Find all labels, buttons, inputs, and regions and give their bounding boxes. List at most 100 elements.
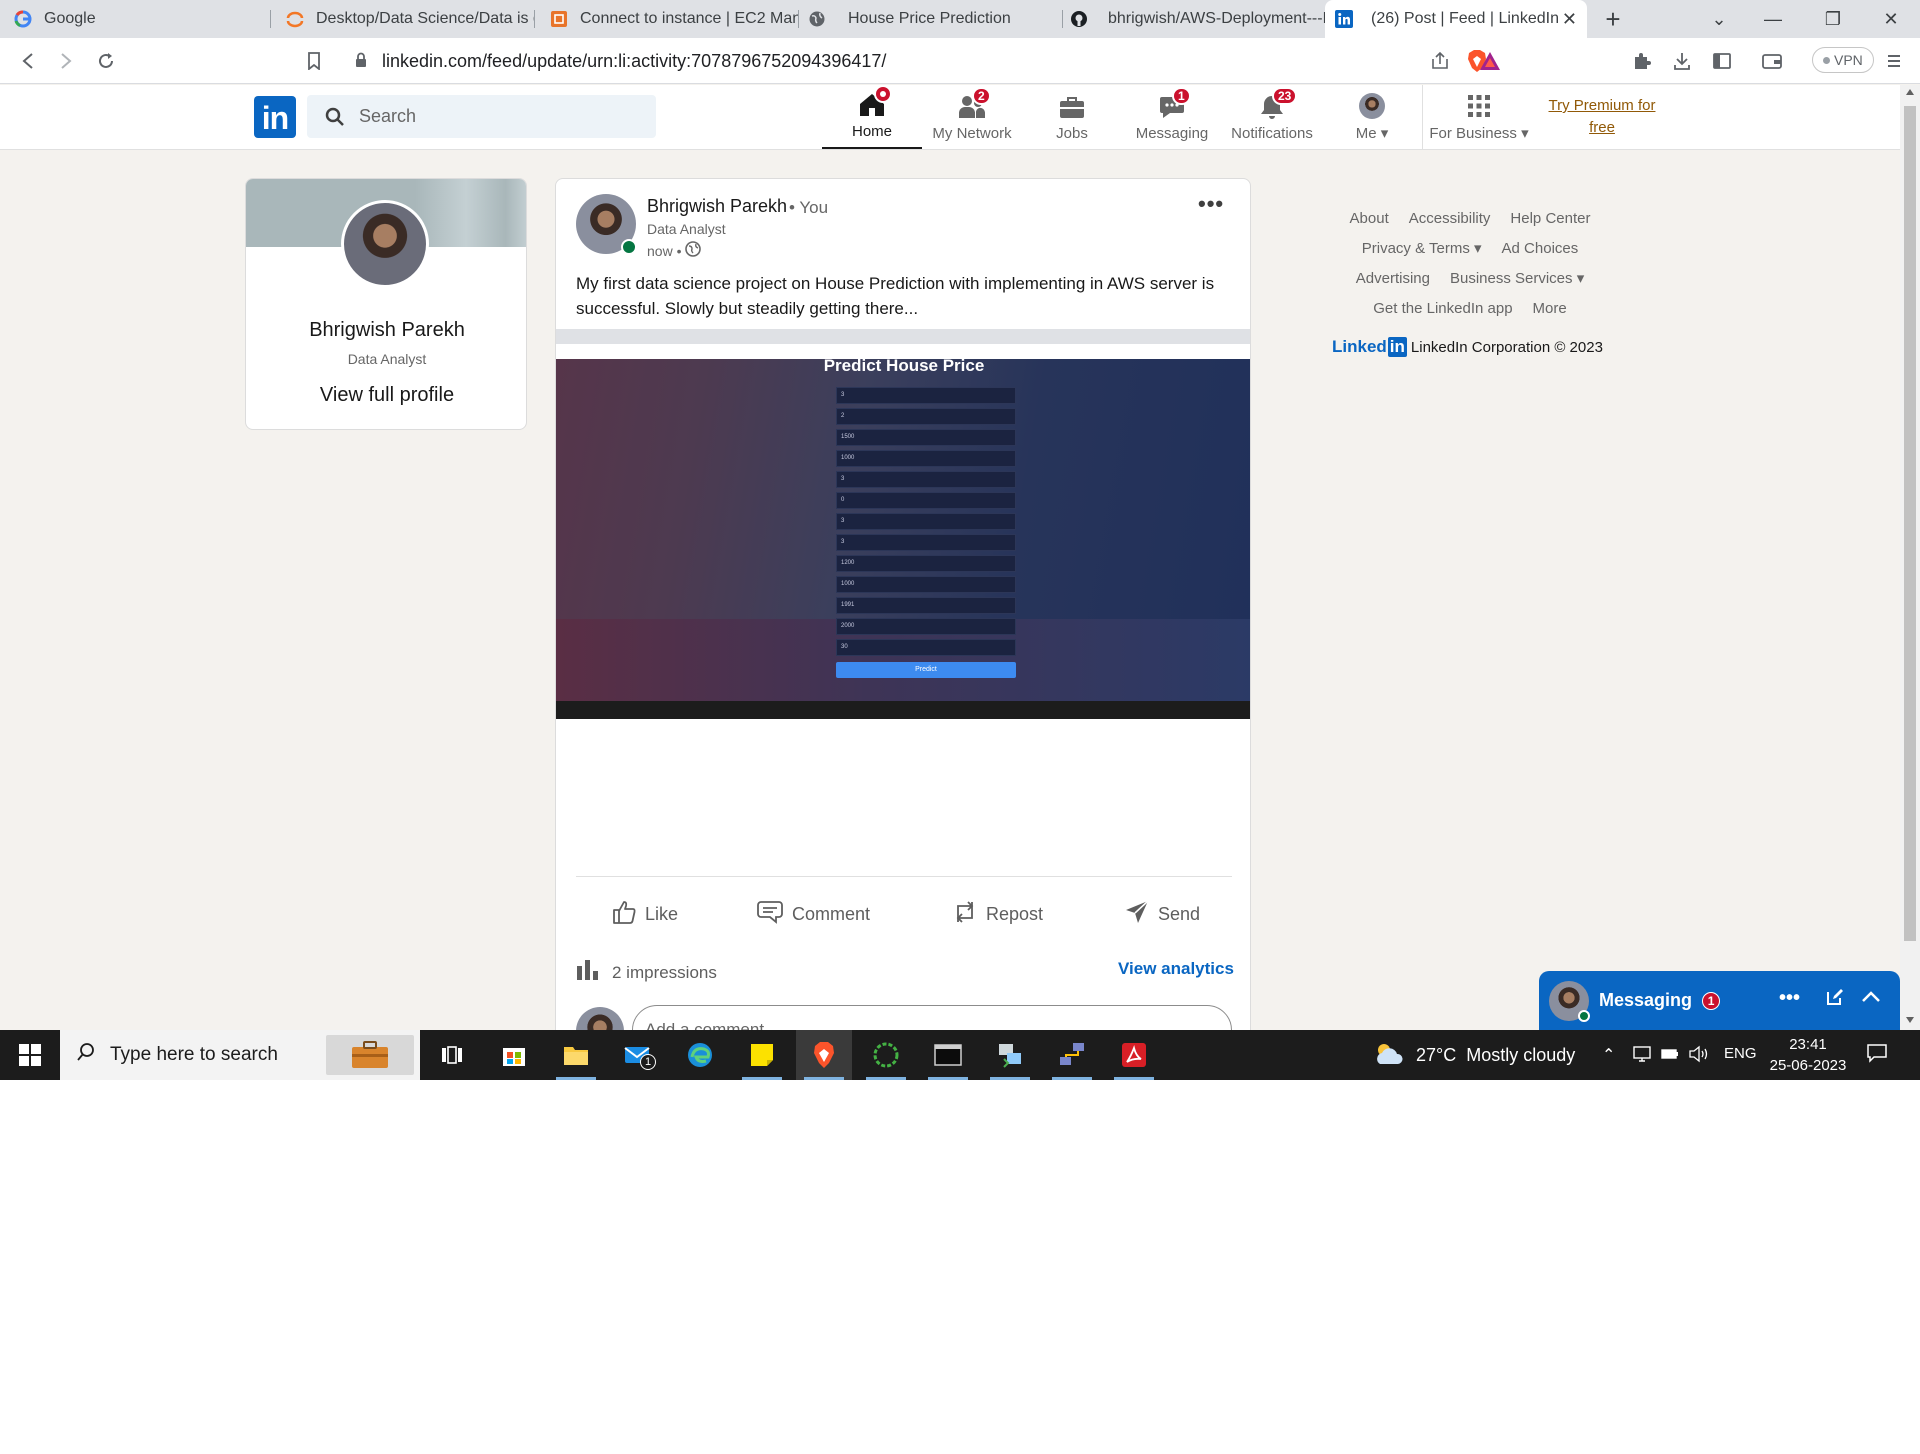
nav-notifications[interactable]: 23 Notifications bbox=[1222, 85, 1322, 149]
premium-line2: free bbox=[1589, 119, 1615, 136]
nav-jobs[interactable]: Jobs bbox=[1022, 85, 1122, 149]
close-window-button[interactable]: ✕ bbox=[1866, 0, 1916, 38]
footer-help-center-link[interactable]: Help Center bbox=[1510, 210, 1590, 227]
profile-avatar[interactable] bbox=[341, 200, 429, 288]
tab-jupyter[interactable]: Desktop/Data Science/Data is go bbox=[272, 0, 534, 38]
footer-advertising-link[interactable]: Advertising bbox=[1356, 270, 1430, 287]
nav-for-business[interactable]: For Business ▾ bbox=[1424, 85, 1534, 149]
network-tray-icon[interactable] bbox=[1632, 1045, 1652, 1068]
taskbar-search[interactable]: Type here to search bbox=[60, 1030, 420, 1080]
tab-search-chevron-icon[interactable]: ⌄ bbox=[1694, 0, 1744, 38]
repost-button[interactable]: Repost bbox=[952, 894, 1043, 934]
nav-home[interactable]: Home bbox=[822, 85, 922, 149]
vpn-button[interactable]: VPN bbox=[1812, 47, 1874, 73]
sidebar-icon[interactable] bbox=[1710, 49, 1734, 73]
author-name[interactable]: Bhrigwish Parekh bbox=[647, 196, 787, 217]
sticky-notes-icon[interactable] bbox=[734, 1030, 790, 1080]
tab-aws-ec2[interactable]: Connect to instance | EC2 Manag bbox=[536, 0, 798, 38]
messaging-widget[interactable]: Messaging 1 ••• bbox=[1539, 971, 1900, 1030]
scrollbar-thumb[interactable] bbox=[1904, 106, 1916, 941]
messaging-widget-badge: 1 bbox=[1702, 991, 1721, 1010]
reload-icon[interactable] bbox=[94, 49, 118, 73]
search-input[interactable]: Search bbox=[307, 95, 656, 138]
tab-linkedin-active[interactable]: (26) Post | Feed | LinkedIn ✕ bbox=[1325, 0, 1587, 38]
extensions-icon[interactable] bbox=[1630, 49, 1654, 73]
forward-icon[interactable] bbox=[54, 49, 78, 73]
comment-button[interactable]: Comment bbox=[756, 894, 870, 934]
restore-button[interactable]: ❐ bbox=[1808, 0, 1858, 38]
brave-rewards-icon[interactable] bbox=[1478, 49, 1502, 73]
terminal-icon[interactable] bbox=[920, 1030, 976, 1080]
messaging-more-icon[interactable]: ••• bbox=[1779, 987, 1800, 1010]
windows-start-button[interactable] bbox=[0, 1030, 60, 1080]
like-button[interactable]: Like bbox=[611, 894, 678, 934]
browser-menu-icon[interactable] bbox=[1882, 49, 1906, 73]
compose-icon[interactable] bbox=[1825, 987, 1845, 1013]
network-app-icon[interactable] bbox=[1044, 1030, 1100, 1080]
cloudy-weather-icon bbox=[1372, 1040, 1404, 1071]
task-view-icon[interactable] bbox=[424, 1030, 480, 1080]
footer-row: Privacy & Terms ▾ Ad Choices bbox=[1320, 233, 1620, 263]
clock[interactable]: 23:41 25-06-2023 bbox=[1766, 1034, 1850, 1076]
footer-business-services-label: Business Services bbox=[1449, 270, 1573, 287]
scroll-up-arrow-icon[interactable] bbox=[1906, 89, 1914, 95]
wordmark-in: in bbox=[1387, 337, 1407, 357]
edge-icon[interactable] bbox=[672, 1030, 728, 1080]
minimize-button[interactable]: — bbox=[1748, 0, 1798, 38]
image-input-field: 3 bbox=[836, 513, 1016, 530]
file-explorer-icon[interactable] bbox=[548, 1030, 604, 1080]
image-input-field: 3 bbox=[836, 471, 1016, 488]
post-image-screenshot[interactable]: Predict House Price 3 2 1500 1000 3 0 3 … bbox=[556, 329, 1250, 719]
footer-about-link[interactable]: About bbox=[1350, 210, 1389, 227]
impressions-count: 2 impressions bbox=[612, 962, 717, 982]
language-indicator[interactable]: ENG bbox=[1724, 1045, 1757, 1062]
footer-privacy-terms-link[interactable]: Privacy & Terms ▾ bbox=[1362, 239, 1482, 257]
footer-accessibility-link[interactable]: Accessibility bbox=[1409, 210, 1491, 227]
downloads-icon[interactable] bbox=[1670, 49, 1694, 73]
nav-notifications-label: Notifications bbox=[1231, 125, 1313, 142]
mail-icon[interactable]: 1 bbox=[610, 1030, 666, 1080]
remote-desktop-icon[interactable] bbox=[982, 1030, 1038, 1080]
post-more-options-icon[interactable]: ••• bbox=[1198, 191, 1224, 217]
nav-me[interactable]: Me ▾ bbox=[1322, 85, 1422, 149]
bookmark-icon[interactable] bbox=[302, 49, 326, 73]
footer-business-services-link[interactable]: Business Services ▾ bbox=[1450, 269, 1584, 287]
chevron-up-tray-icon[interactable]: ⌃ bbox=[1602, 1045, 1615, 1065]
footer-get-app-link[interactable]: Get the LinkedIn app bbox=[1373, 300, 1512, 317]
close-tab-icon[interactable]: ✕ bbox=[1562, 9, 1577, 30]
profile-card: Bhrigwish Parekh Data Analyst View full … bbox=[245, 178, 527, 430]
tab-house-price[interactable]: House Price Prediction bbox=[800, 0, 1062, 38]
wallet-icon[interactable] bbox=[1760, 49, 1784, 73]
footer-more-link[interactable]: More bbox=[1533, 300, 1567, 317]
view-full-profile-link[interactable]: View full profile bbox=[246, 384, 526, 407]
chevron-up-icon[interactable] bbox=[1861, 987, 1881, 1010]
tab-github[interactable]: bhrigwish/AWS-Deployment---B bbox=[1064, 0, 1326, 38]
footer-ad-choices-link[interactable]: Ad Choices bbox=[1502, 240, 1579, 257]
try-premium-link[interactable]: Try Premium for free bbox=[1545, 95, 1659, 139]
send-button[interactable]: Send bbox=[1124, 894, 1200, 934]
tab-google[interactable]: Google bbox=[0, 0, 270, 38]
share-icon[interactable] bbox=[1430, 51, 1450, 76]
back-icon[interactable] bbox=[16, 49, 40, 73]
anaconda-icon[interactable] bbox=[858, 1030, 914, 1080]
acrobat-icon[interactable] bbox=[1106, 1030, 1162, 1080]
weather-widget[interactable]: 27°C Mostly cloudy bbox=[1372, 1030, 1575, 1080]
like-label: Like bbox=[645, 903, 679, 924]
nav-my-network[interactable]: 2 My Network bbox=[922, 85, 1022, 149]
brave-browser-icon[interactable] bbox=[796, 1030, 852, 1080]
notification-center-icon[interactable] bbox=[1866, 1043, 1888, 1069]
page-scrollbar[interactable] bbox=[1900, 85, 1920, 1030]
impressions[interactable]: 2 impressions bbox=[576, 959, 717, 986]
linkedin-logo[interactable]: in bbox=[254, 96, 296, 138]
image-input-field: 2000 bbox=[836, 618, 1016, 635]
new-tab-button[interactable]: + bbox=[1588, 0, 1638, 38]
scroll-down-arrow-icon[interactable] bbox=[1906, 1017, 1914, 1023]
nav-messaging[interactable]: 1 Messaging bbox=[1122, 85, 1222, 149]
view-analytics-link[interactable]: View analytics bbox=[1118, 959, 1234, 979]
profile-name[interactable]: Bhrigwish Parekh bbox=[246, 319, 526, 342]
microsoft-store-icon[interactable] bbox=[486, 1030, 542, 1080]
volume-tray-icon[interactable] bbox=[1688, 1045, 1710, 1068]
battery-tray-icon[interactable] bbox=[1660, 1045, 1680, 1068]
vpn-status-dot-icon bbox=[1823, 56, 1830, 64]
address-bar[interactable]: linkedin.com/feed/update/urn:li:activity… bbox=[340, 43, 1512, 79]
